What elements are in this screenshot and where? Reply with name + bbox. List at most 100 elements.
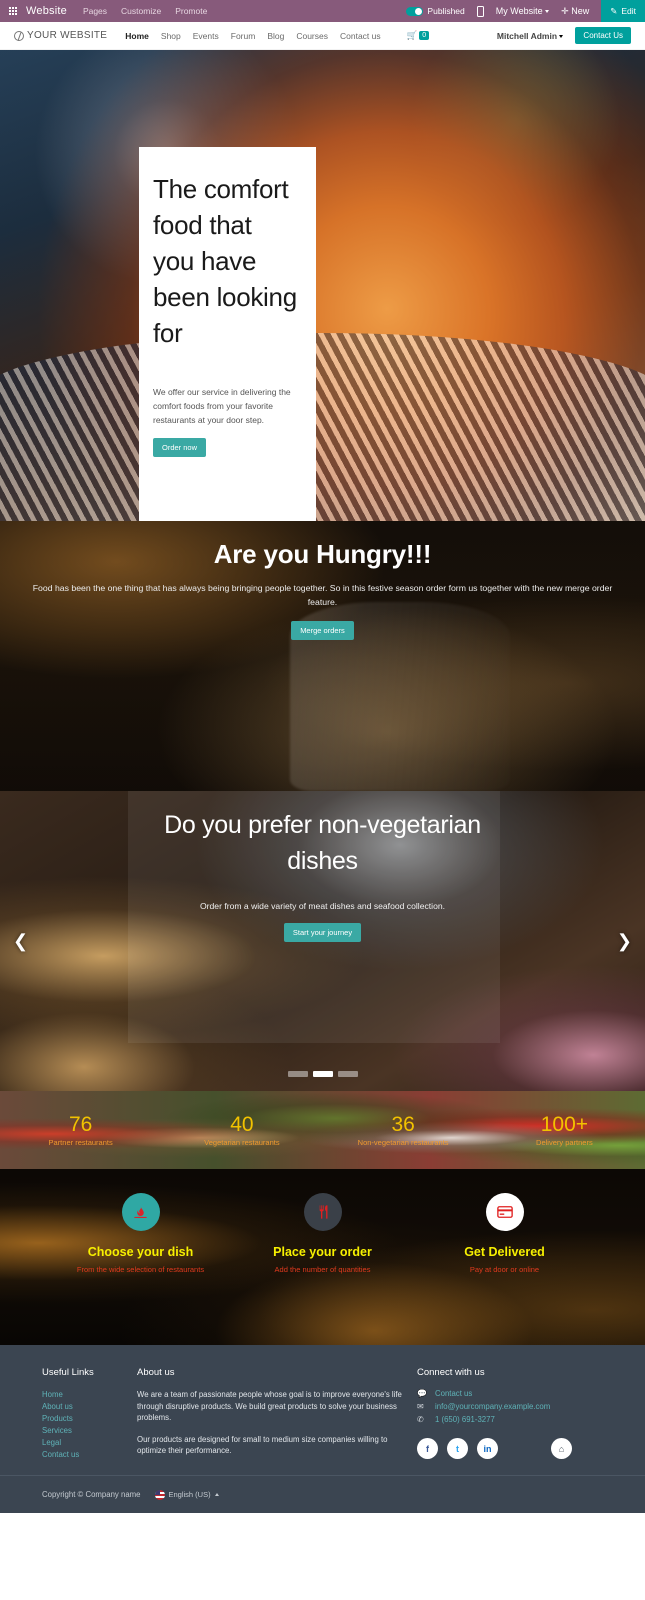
step-title: Get Delivered xyxy=(464,1245,545,1259)
footer-link-home[interactable]: Home xyxy=(42,1389,137,1401)
hero-section: The comfort food that you have been look… xyxy=(0,50,645,521)
merge-orders-button[interactable]: Merge orders xyxy=(291,621,354,640)
carousel-dot-3[interactable] xyxy=(337,1071,358,1077)
footer-about-p1: We are a team of passionate people whose… xyxy=(137,1390,402,1422)
footer-link-about-us[interactable]: About us xyxy=(42,1401,137,1413)
nav-item-events[interactable]: Events xyxy=(193,31,219,41)
copyright-text: Copyright © Company name xyxy=(42,1490,141,1499)
chevron-left-icon[interactable]: ❮ xyxy=(13,932,28,950)
chevron-down-icon xyxy=(559,34,564,38)
my-website-label: My Website xyxy=(495,6,543,16)
footer-about: About us We are a team of passionate peo… xyxy=(137,1367,417,1461)
chevron-right-icon[interactable]: ❯ xyxy=(617,932,632,950)
carousel-title: Do you prefer non-vegetarian dishes xyxy=(164,811,481,875)
menu-promote[interactable]: Promote xyxy=(175,6,207,16)
publish-toggle[interactable]: Published xyxy=(406,6,465,16)
odoo-systray: Published My Website ✛ New ✎ Edit xyxy=(406,0,645,22)
footer-email-link[interactable]: info@yourcompany.example.com xyxy=(435,1402,550,1411)
hungry-text: Food has been the one thing that has alw… xyxy=(32,583,613,607)
hungry-section: Are you Hungry!!! Food has been the one … xyxy=(0,521,645,791)
flame-dish-icon xyxy=(134,1205,147,1218)
menu-pages[interactable]: Pages xyxy=(83,6,107,16)
user-name-label: Mitchell Admin xyxy=(496,30,558,41)
stat-number: 100+ xyxy=(540,1113,589,1136)
footer-link-contact-us[interactable]: Contact us xyxy=(42,1449,137,1461)
comment-icon: 💬 xyxy=(417,1389,427,1398)
language-label: English (US) xyxy=(168,1490,211,1499)
cart-count-badge: 0 xyxy=(419,31,430,40)
facebook-icon[interactable]: f xyxy=(417,1438,438,1459)
language-selector[interactable]: English (US) xyxy=(154,1489,219,1500)
my-website-dropdown[interactable]: My Website xyxy=(495,6,550,16)
order-now-button[interactable]: Order now xyxy=(153,438,207,457)
carousel-dot-1[interactable] xyxy=(287,1071,308,1077)
nav-links: Home Shop Events Forum Blog Courses Cont… xyxy=(125,30,430,41)
step-icon-circle xyxy=(485,1193,524,1231)
hero-text-card: The comfort food that you have been look… xyxy=(139,147,316,521)
stat-label: Vegetarian restaurants xyxy=(204,1138,280,1147)
odoo-app-name[interactable]: Website xyxy=(26,5,67,17)
stat-item: 76 Partner restaurants xyxy=(0,1113,161,1147)
stat-item: 100+ Delivery partners xyxy=(484,1113,645,1147)
footer-link-products[interactable]: Products xyxy=(42,1413,137,1425)
pencil-icon: ✎ xyxy=(610,5,618,16)
phone-icon: ✆ xyxy=(417,1415,424,1424)
step-icon-circle xyxy=(303,1193,342,1231)
nav-right: Mitchell Admin Contact Us xyxy=(497,27,631,44)
step-desc: From the wide selection of restaurants xyxy=(76,1265,205,1274)
nav-item-shop[interactable]: Shop xyxy=(161,31,181,41)
plus-icon: ✛ xyxy=(561,5,569,16)
footer-phone-row[interactable]: ✆ 1 (650) 691-3277 xyxy=(417,1415,603,1424)
contact-us-button[interactable]: Contact Us xyxy=(575,27,631,44)
nav-item-home[interactable]: Home xyxy=(125,31,149,41)
stat-label: Delivery partners xyxy=(536,1138,593,1147)
footer-email-row[interactable]: ✉ info@yourcompany.example.com xyxy=(417,1402,603,1411)
cart-button[interactable]: 🛒 0 xyxy=(407,30,430,41)
step-item: Place your order Add the number of quant… xyxy=(249,1193,397,1275)
carousel-dot-2[interactable] xyxy=(312,1071,333,1077)
footer-phone-link[interactable]: 1 (650) 691-3277 xyxy=(435,1415,495,1424)
chevron-up-icon xyxy=(214,1493,219,1496)
nav-item-contact-us[interactable]: Contact us xyxy=(340,31,381,41)
twitter-icon[interactable]: t xyxy=(447,1438,468,1459)
site-logo-text: YOUR WEBSITE xyxy=(27,30,108,41)
footer-about-p2: Our products are designed for small to m… xyxy=(137,1434,388,1456)
steps-row: Choose your dish From the wide selection… xyxy=(0,1169,645,1275)
apps-grid-button[interactable] xyxy=(0,7,26,15)
start-your-journey-button[interactable]: Start your journey xyxy=(283,923,362,942)
footer-link-legal[interactable]: Legal xyxy=(42,1437,137,1449)
menu-customize[interactable]: Customize xyxy=(121,6,161,16)
us-flag-icon xyxy=(154,1489,165,1500)
home-icon[interactable]: ⌂ xyxy=(551,1438,572,1459)
new-button[interactable]: ✛ New xyxy=(561,6,589,17)
publish-switch-icon xyxy=(406,6,424,16)
linkedin-icon[interactable]: in xyxy=(477,1438,498,1459)
footer-bottom-bar: Copyright © Company name English (US) xyxy=(0,1475,645,1513)
step-item: Get Delivered Pay at door or online xyxy=(431,1193,579,1275)
stat-label: Non-vegetarian restaurants xyxy=(357,1138,449,1147)
nav-item-courses[interactable]: Courses xyxy=(296,31,328,41)
footer-connect: Connect with us 💬 Contact us ✉ info@your… xyxy=(417,1367,603,1461)
new-label: New xyxy=(571,5,590,16)
website-navbar: YOUR WEBSITE Home Shop Events Forum Blog… xyxy=(0,22,645,50)
nav-item-blog[interactable]: Blog xyxy=(267,31,284,41)
carousel-section: Do you prefer non-vegetarian dishes Orde… xyxy=(0,791,645,1091)
hero-background-image xyxy=(0,50,645,521)
footer-link-services[interactable]: Services xyxy=(42,1425,137,1437)
carousel-indicators xyxy=(287,1071,358,1077)
user-menu[interactable]: Mitchell Admin xyxy=(497,31,564,41)
site-logo[interactable]: YOUR WEBSITE xyxy=(14,30,107,41)
stat-number: 40 xyxy=(230,1113,254,1136)
footer-contact-row[interactable]: 💬 Contact us xyxy=(417,1389,603,1398)
edit-button[interactable]: ✎ Edit xyxy=(601,0,645,22)
hero-subtitle: We offer our service in delivering the c… xyxy=(153,387,291,425)
edit-label: Edit xyxy=(621,6,636,16)
step-title: Place your order xyxy=(273,1245,372,1259)
stats-section: 76 Partner restaurants 40 Vegetarian res… xyxy=(0,1091,645,1169)
stat-label: Partner restaurants xyxy=(48,1138,113,1147)
footer-contact-us-link[interactable]: Contact us xyxy=(435,1389,472,1398)
step-desc: Pay at door or online xyxy=(469,1265,540,1274)
nav-item-forum[interactable]: Forum xyxy=(231,31,256,41)
mobile-preview-icon[interactable] xyxy=(476,5,484,17)
stat-item: 36 Non-vegetarian restaurants xyxy=(323,1113,484,1147)
